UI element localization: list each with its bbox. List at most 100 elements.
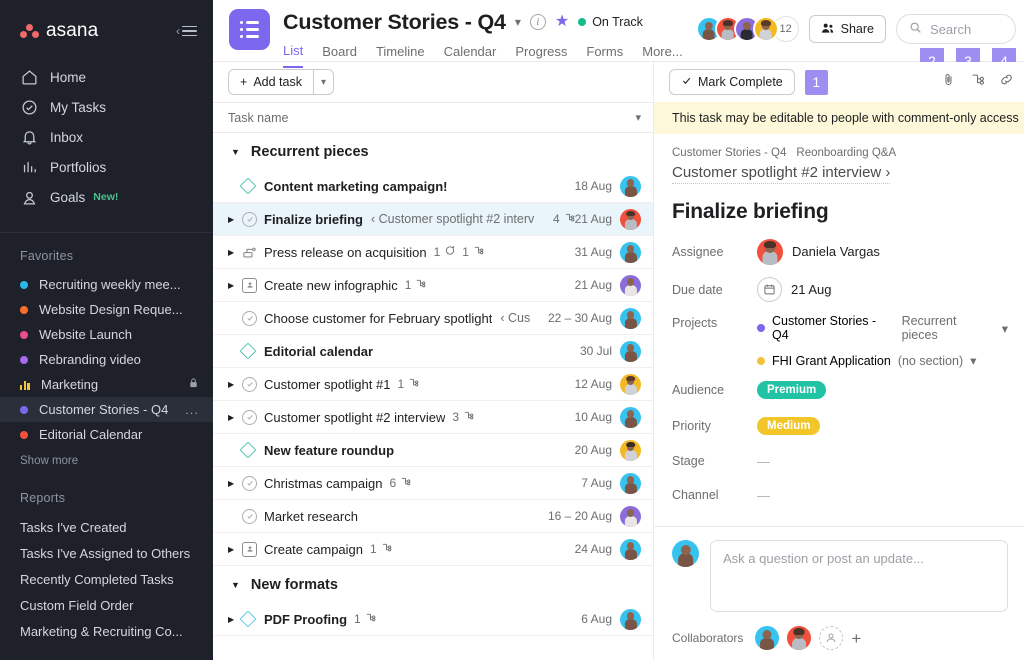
avatar[interactable] [620,505,641,527]
sidebar-item-home[interactable]: Home [0,62,213,92]
project-chip[interactable]: Customer Stories - Q4 Recurrent pieces ▾ [757,314,1008,342]
field-value[interactable]: 21 Aug [757,277,832,302]
approval-icon[interactable] [242,541,264,557]
sidebar-item-editorial-calendar[interactable]: Editorial Calendar [0,422,213,447]
table-row[interactable]: ▶ PDF Proofing 1 6 Aug [213,603,653,636]
star-icon[interactable]: ★ [555,14,569,30]
avatar[interactable] [755,626,780,650]
more-options-icon[interactable]: ... [185,402,199,417]
sidebar-item-goals[interactable]: Goals New! [0,182,213,212]
avatar[interactable] [620,241,641,263]
avatar[interactable] [620,208,641,230]
sidebar-item-marketing[interactable]: Marketing [0,372,213,397]
sidebar-item-portfolios[interactable]: Portfolios [0,152,213,182]
parent-task-link[interactable]: Customer spotlight #2 interview › [672,164,891,184]
section-header-new-formats[interactable]: ▼ New formats [213,566,653,603]
tab-timeline[interactable]: Timeline [376,44,425,67]
show-more-favorites-button[interactable]: Show more [0,447,213,469]
avatar[interactable] [620,307,641,329]
comment-input[interactable]: Ask a question or post an update... [710,540,1008,612]
table-row[interactable]: ▶ Christmas campaign 6 7 Aug [213,467,653,500]
table-row[interactable]: New feature roundup 20 Aug [213,434,653,467]
expand-toggle[interactable]: ▶ [228,215,242,224]
table-row[interactable]: ▶ Finalize briefing ‹ Customer spotlight… [213,203,653,236]
milestone-icon[interactable] [239,177,264,195]
add-task-button[interactable]: + Add task ▾ [228,69,334,95]
chevron-down-icon[interactable]: ▾ [635,111,641,124]
member-avatars[interactable]: 12 [695,16,799,42]
tab-calendar[interactable]: Calendar [444,44,497,67]
avatar[interactable] [620,608,641,630]
avatar[interactable] [752,16,779,42]
chevron-down-icon[interactable]: ▾ [314,70,333,94]
chevron-down-icon[interactable]: ▾ [970,353,976,368]
report-item-tasks-assigned[interactable]: Tasks I've Assigned to Others [0,540,213,566]
approval-flow-icon[interactable] [242,245,264,260]
chevron-down-icon[interactable]: ▼ [231,580,240,590]
avatar[interactable] [620,406,641,428]
task-title[interactable]: Finalize briefing [672,200,1008,224]
report-item-marketing-recruiting[interactable]: Marketing & Recruiting Co... [0,618,213,644]
breadcrumb-project[interactable]: Customer Stories - Q4 [672,147,786,159]
avatar[interactable] [620,340,641,362]
check-circle-icon[interactable] [242,211,264,227]
expand-toggle[interactable]: ▶ [228,380,242,389]
tab-progress[interactable]: Progress [515,44,567,67]
info-icon[interactable]: i [529,14,546,30]
sidebar-item-website-launch[interactable]: Website Launch [0,322,213,347]
asana-logo[interactable]: asana [20,20,98,42]
milestone-icon[interactable] [239,441,264,459]
add-person-icon[interactable] [819,626,844,650]
approval-icon[interactable] [242,277,264,293]
stage-value[interactable]: — [757,454,770,469]
sidebar-item-inbox[interactable]: Inbox [0,122,213,152]
project-chip[interactable]: FHI Grant Application (no section) ▾ [757,353,1008,368]
breadcrumb-section[interactable]: Reonboarding Q&A [796,147,896,159]
tab-list[interactable]: List [283,43,304,68]
report-item-recently-completed[interactable]: Recently Completed Tasks [0,566,213,592]
sidebar-item-website-design-requests[interactable]: Website Design Reque... [0,297,213,322]
tab-board[interactable]: Board [322,44,357,67]
check-circle-icon[interactable] [242,409,264,425]
table-row[interactable]: ▶ Customer spotlight #1 1 12 Aug [213,368,653,401]
avatar[interactable] [757,238,783,265]
avatar[interactable] [620,439,641,461]
expand-toggle[interactable]: ▶ [228,545,242,554]
section-header-recurrent-pieces[interactable]: ▼ Recurrent pieces [213,133,653,170]
chevron-down-icon[interactable]: ▼ [231,147,240,157]
chevron-down-icon[interactable]: ▾ [515,15,521,29]
avatar[interactable] [620,538,641,560]
expand-toggle[interactable]: ▶ [228,248,242,257]
paperclip-icon[interactable] [941,72,956,92]
milestone-icon[interactable] [239,610,264,628]
expand-toggle[interactable]: ▶ [228,413,242,422]
search-input[interactable]: Search [896,14,1016,44]
field-value[interactable]: Daniela Vargas [757,238,880,265]
add-collaborator-button[interactable]: + [851,630,861,647]
check-circle-icon[interactable] [242,475,264,491]
table-row[interactable]: Content marketing campaign! 18 Aug [213,170,653,203]
table-row[interactable]: ▶ Create campaign 1 24 Aug [213,533,653,566]
channel-value[interactable]: — [757,488,770,503]
milestone-icon[interactable] [239,342,264,360]
table-row[interactable]: Choose customer for February spotlight ‹… [213,302,653,335]
avatar[interactable] [672,540,699,567]
status-badge[interactable]: On Track [578,15,643,29]
expand-toggle[interactable]: ▶ [228,281,242,290]
avatar[interactable] [620,274,641,296]
check-circle-icon[interactable] [242,376,264,392]
avatar[interactable] [787,626,812,650]
audience-value-pill[interactable]: Premium [757,381,827,399]
subtask-icon[interactable] [970,72,985,92]
table-row[interactable]: ▶ Customer spotlight #2 interview 3 10 A… [213,401,653,434]
avatar[interactable] [620,472,641,494]
link-icon[interactable] [999,72,1014,92]
sidebar-item-rebranding-video[interactable]: Rebranding video [0,347,213,372]
check-circle-icon[interactable] [242,508,264,524]
share-button[interactable]: Share [808,15,886,43]
priority-value-pill[interactable]: Medium [757,417,821,435]
expand-toggle[interactable]: ▶ [228,479,242,488]
table-row[interactable]: Market research 16 – 20 Aug [213,500,653,533]
table-row[interactable]: ▶ Create new infographic 1 21 Aug [213,269,653,302]
mark-complete-button[interactable]: Mark Complete [669,69,795,95]
